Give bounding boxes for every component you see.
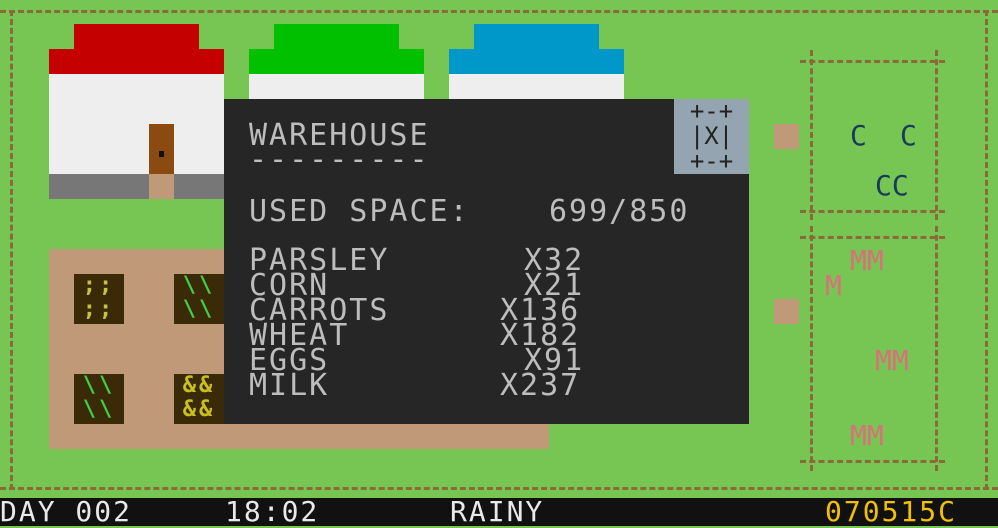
warehouse-dialog: WAREHOUSE --------- USED SPACE: 699/850 … (224, 99, 749, 424)
fence-top (0, 10, 998, 13)
crop-tile-wheat[interactable]: \\ \\ (174, 274, 224, 324)
chicken-pen-fence-left (810, 50, 813, 220)
close-button[interactable]: +-+ |X| +-+ (674, 99, 749, 174)
red-house-door[interactable] (149, 124, 174, 174)
used-space-label: USED SPACE: (249, 194, 470, 229)
cow-2[interactable]: M (825, 272, 842, 300)
cow-pen-fence-left (810, 226, 813, 471)
cow-pen-gate[interactable] (774, 299, 799, 324)
fence-left (10, 10, 13, 490)
status-bar: DAY 002 18:02 RAINY 070515C (0, 498, 998, 526)
item-qty-milk: X237 (500, 368, 581, 403)
cow-4[interactable]: MM (850, 422, 884, 450)
close-icon: +-+ |X| +-+ (689, 97, 734, 175)
cow-pen-fence-right (935, 226, 938, 471)
door-knob (159, 151, 164, 157)
chicken-pen-fence-right (935, 50, 938, 220)
red-house-roof-base (49, 49, 224, 74)
blue-house-roof-base (449, 49, 624, 74)
cow-1[interactable]: MM (850, 247, 884, 275)
green-house-roof (274, 24, 399, 49)
red-house-wall (49, 74, 224, 174)
warehouse-title-underline: --------- (249, 142, 430, 177)
used-space-value: 699/850 (549, 194, 690, 229)
chicken-pen-fence-bottom (800, 210, 945, 213)
crop-tile-wheat-2[interactable]: \\ \\ (74, 374, 124, 424)
cow-pen-fence-top (800, 236, 945, 239)
fence-right (985, 10, 988, 490)
red-house-foundation (49, 174, 224, 199)
chicken-pen-fence-top (800, 60, 945, 63)
fence-bottom (0, 487, 998, 490)
red-house-roof (74, 24, 199, 49)
red-house-step (149, 174, 174, 199)
crop-tile-parsley[interactable]: ;; ;; (74, 274, 124, 324)
weather: RAINY (450, 495, 545, 528)
item-name-milk: MILK (249, 368, 330, 403)
chicken-pen-gate[interactable] (774, 124, 799, 149)
chicken-pair[interactable]: CC (875, 172, 909, 200)
day-counter: DAY 002 (0, 495, 133, 528)
cow-3[interactable]: MM (875, 347, 909, 375)
crop-tile-carrots[interactable]: && && (174, 374, 224, 424)
chicken-2[interactable]: C (900, 122, 917, 150)
money-counter: 070515C (825, 495, 958, 528)
green-house-roof-base (249, 49, 424, 74)
cow-pen-fence-bottom (800, 460, 945, 463)
clock: 18:02 (225, 495, 320, 528)
blue-house-roof (474, 24, 599, 49)
chicken-1[interactable]: C (850, 122, 867, 150)
red-house[interactable] (49, 24, 224, 199)
